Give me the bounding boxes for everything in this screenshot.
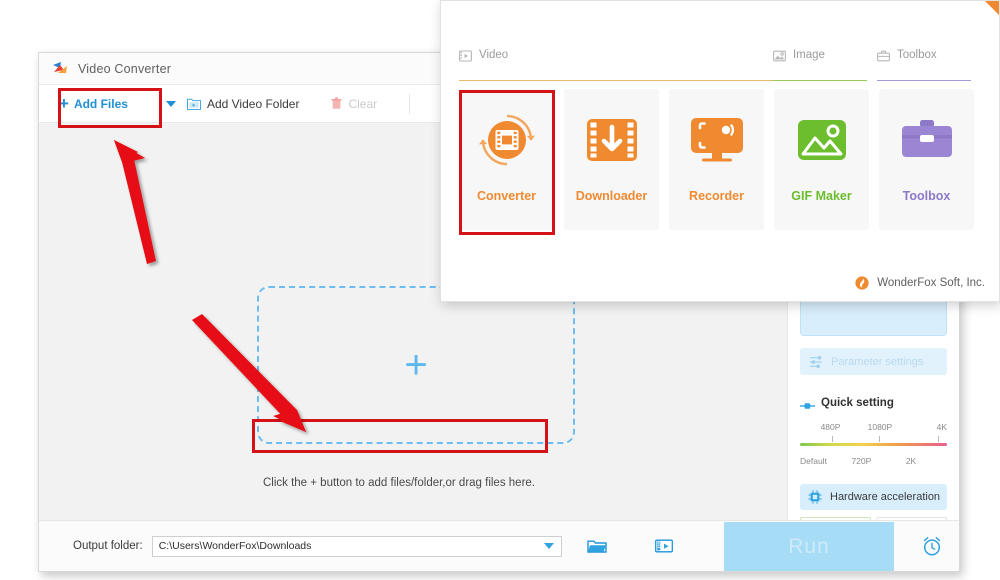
parameter-settings-button[interactable]: Parameter settings (800, 348, 947, 375)
add-video-folder-button[interactable]: Add Video Folder (186, 96, 300, 111)
quality-slider[interactable]: 480P 1080P 4K Default 720P 2K (800, 422, 947, 468)
slider-tick (832, 436, 834, 442)
launcher-tab-bar: Video Image Toolbox (459, 49, 981, 81)
page-title: Video Converter (78, 61, 172, 76)
quality-label-2k: 2K (905, 456, 917, 466)
output-folder-label: Output folder: (73, 540, 143, 552)
annotation-arrow-to-drop-hint (192, 314, 306, 432)
tab-video[interactable]: Video (459, 49, 779, 81)
quality-label-1080p: 1080P (867, 422, 893, 432)
tile-downloader-label: Downloader (575, 189, 648, 203)
output-folder-value: C:\Users\WonderFox\Downloads (158, 540, 312, 552)
tab-toolbox-underline (876, 79, 971, 81)
plus-icon[interactable]: + (404, 345, 427, 385)
parameter-settings-label: Parameter settings (831, 355, 924, 368)
open-folder-icon[interactable] (586, 538, 607, 554)
launcher-footer: WonderFox Soft, Inc. (855, 276, 985, 290)
output-folder-input[interactable]: C:\Users\WonderFox\Downloads (151, 535, 562, 557)
briefcase-icon (877, 49, 890, 62)
quality-label-720p: 720P (851, 456, 872, 466)
wonderfox-play-logo-icon (51, 60, 69, 78)
tab-toolbox[interactable]: Toolbox (876, 49, 981, 81)
trash-icon (331, 97, 342, 110)
quick-setting-label: Quick setting (821, 397, 894, 409)
briefcase-icon (898, 111, 956, 169)
run-button[interactable]: Run (724, 522, 894, 571)
monitor-record-icon (688, 111, 746, 169)
tab-image[interactable]: Image (772, 49, 877, 81)
slider-tick (878, 436, 880, 442)
toolbar-divider (409, 93, 411, 114)
merge-video-icon[interactable] (654, 538, 673, 554)
tile-downloader[interactable]: Downloader (564, 89, 659, 230)
picture-icon (772, 49, 786, 62)
hardware-acceleration-button[interactable]: Hardware acceleration (800, 484, 947, 510)
cpu-chip-icon (808, 490, 822, 504)
tab-toolbox-label: Toolbox (896, 49, 937, 61)
annotation-box-converter (459, 90, 555, 235)
clear-button[interactable]: Clear (331, 97, 377, 111)
tile-toolbox[interactable]: Toolbox (879, 89, 974, 230)
image-mountain-icon (793, 111, 851, 169)
tab-image-label: Image (792, 49, 825, 61)
quick-setting-header: Quick setting (800, 397, 947, 409)
quality-label-default: Default (800, 456, 827, 466)
wonderfox-flame-logo-icon (855, 276, 869, 290)
run-button-label: Run (788, 534, 830, 558)
bottom-bar: Output folder: C:\Users\WonderFox\Downlo… (39, 520, 959, 571)
chevron-down-icon[interactable] (543, 543, 554, 549)
slider-tick (938, 436, 940, 442)
folder-video-icon (186, 97, 201, 110)
add-video-folder-label: Add Video Folder (206, 96, 300, 111)
tile-gif-maker-label: GIF Maker (791, 189, 852, 203)
clear-label: Clear (348, 96, 378, 111)
quality-label-4k: 4K (936, 422, 947, 432)
quality-slider-bottom-labels: Default 720P 2K (800, 456, 947, 468)
tile-gif-maker[interactable]: GIF Maker (774, 89, 869, 230)
launcher-footer-text: WonderFox Soft, Inc. (877, 277, 985, 289)
download-film-icon (583, 111, 641, 169)
quality-slider-track[interactable] (800, 443, 947, 446)
annotation-box-add-files (58, 88, 162, 128)
quality-label-480p: 480P (820, 422, 841, 432)
tab-video-underline (459, 79, 779, 81)
hardware-acceleration-label: Hardware acceleration (830, 491, 941, 503)
tab-image-underline (772, 79, 867, 81)
chevron-down-icon[interactable] (165, 100, 176, 107)
sliders-icon (809, 355, 824, 369)
film-play-icon (459, 49, 472, 62)
corner-marker-icon (985, 1, 999, 15)
drop-hint-text: Click the + button to add files/folder,o… (262, 477, 535, 489)
annotation-arrow-to-add-files (114, 140, 156, 264)
quality-slider-top-labels: 480P 1080P 4K (800, 422, 947, 434)
tile-recorder-label: Recorder (689, 189, 744, 203)
tab-video-label: Video (479, 49, 509, 61)
alarm-clock-icon[interactable] (921, 535, 943, 557)
tile-toolbox-label: Toolbox (902, 189, 951, 203)
tile-recorder[interactable]: Recorder (669, 89, 764, 230)
slider-handle-icon (800, 398, 815, 409)
